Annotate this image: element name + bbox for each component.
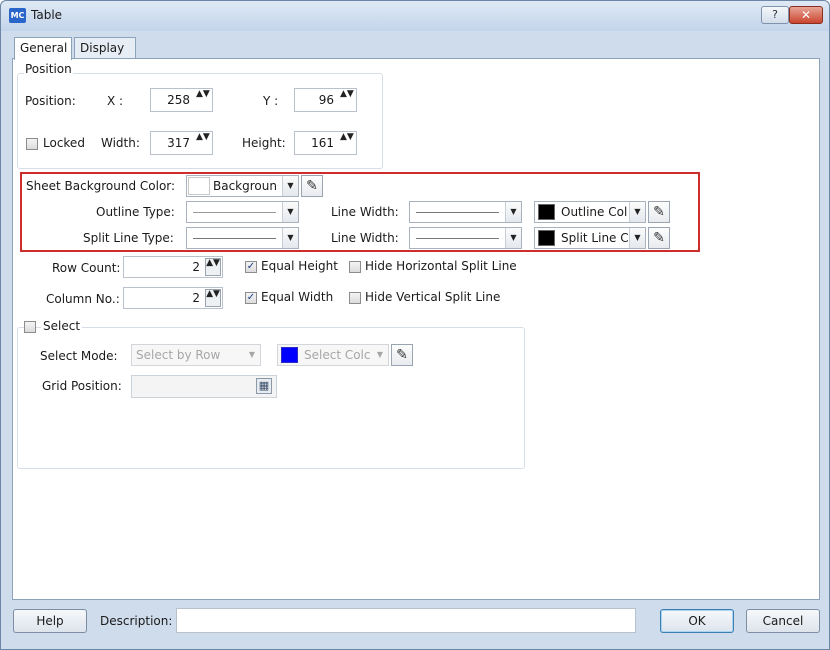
split-color-picker-icon[interactable]: ✎ [648, 227, 670, 249]
ok-button[interactable]: OK [660, 609, 734, 633]
split-color-select[interactable]: Split Line C ▼ [534, 227, 646, 249]
split-line-width-label: Line Width: [331, 231, 399, 245]
grid-position-label: Grid Position: [42, 379, 122, 393]
help-button[interactable]: Help [13, 609, 87, 633]
table-dialog: MC Table ? ✕ General Display Position Po… [0, 0, 830, 650]
tab-content-general: Position Position: X : 258 ▲▼ Y : 96 ▲▼ … [12, 58, 820, 600]
locked-checkbox[interactable] [26, 138, 38, 150]
spin-arrows-icon[interactable]: ▲▼ [340, 90, 354, 99]
select-color-picker-icon[interactable]: ✎ [391, 344, 413, 366]
height-stepper[interactable]: 161 ▲▼ [294, 131, 357, 155]
split-line-type-label: Split Line Type: [83, 231, 174, 245]
chevron-down-icon[interactable]: ▼ [505, 202, 521, 222]
outline-width-preview [416, 212, 499, 213]
chevron-down-icon[interactable]: ▼ [282, 176, 298, 196]
outline-color-value: Outline Col [561, 205, 628, 219]
chevron-down-icon[interactable]: ▼ [244, 345, 260, 365]
row-count-stepper[interactable]: 2 ▲▼ [123, 256, 223, 278]
position-group-title: Position [24, 62, 73, 76]
chevron-down-icon[interactable]: ▼ [282, 228, 298, 248]
spin-arrows-icon[interactable]: ▲▼ [196, 133, 210, 142]
height-value: 161 [311, 136, 334, 150]
outline-color-picker-icon[interactable]: ✎ [648, 201, 670, 223]
sheet-background-select[interactable]: Backgroun ▼ [186, 175, 299, 197]
equal-width-label: Equal Width [261, 290, 334, 304]
tab-display[interactable]: Display [74, 37, 136, 59]
select-mode-label: Select Mode: [40, 349, 118, 363]
width-label: Width: [101, 136, 140, 150]
column-no-label: Column No.: [46, 292, 120, 306]
locked-label: Locked [43, 136, 85, 150]
grid-position-field[interactable]: ▦ [131, 375, 277, 398]
chevron-down-icon[interactable]: ▼ [372, 345, 388, 365]
spin-arrows-icon[interactable]: ▲▼ [205, 258, 221, 276]
outline-line-width-label: Line Width: [331, 205, 399, 219]
window-help-button[interactable]: ? [761, 6, 789, 24]
select-group-label: Select [41, 319, 83, 333]
split-line-width-select[interactable]: ▼ [409, 227, 522, 249]
position-label: Position: [25, 94, 76, 108]
hide-vertical-split-label: Hide Vertical Split Line [365, 290, 501, 304]
sheet-color-picker-icon[interactable]: ✎ [301, 175, 323, 197]
row-count-label: Row Count: [52, 261, 121, 275]
outline-line-width-select[interactable]: ▼ [409, 201, 522, 223]
equal-height-checkbox[interactable]: ✓ [245, 261, 257, 273]
x-label: X : [107, 94, 124, 108]
chevron-down-icon[interactable]: ▼ [629, 202, 645, 222]
grid-picker-icon[interactable]: ▦ [256, 378, 272, 394]
height-label: Height: [242, 136, 286, 150]
width-stepper[interactable]: 317 ▲▼ [150, 131, 213, 155]
split-color-swatch [538, 230, 555, 246]
hide-horizontal-split-checkbox[interactable] [349, 261, 361, 273]
y-value: 96 [318, 93, 334, 107]
row-count-value: 2 [192, 260, 200, 274]
sheet-background-swatch [188, 177, 210, 195]
x-value: 258 [167, 93, 190, 107]
sheet-background-label: Sheet Background Color: [26, 179, 176, 193]
equal-width-checkbox[interactable]: ✓ [245, 292, 257, 304]
y-label: Y : [263, 94, 279, 108]
outline-type-select[interactable]: ▼ [186, 201, 299, 223]
spin-arrows-icon[interactable]: ▲▼ [340, 133, 354, 142]
outline-color-select[interactable]: Outline Col ▼ [534, 201, 646, 223]
x-stepper[interactable]: 258 ▲▼ [150, 88, 213, 112]
select-color-swatch [281, 347, 298, 363]
select-checkbox[interactable] [24, 321, 36, 333]
width-value: 317 [167, 136, 190, 150]
description-field[interactable] [176, 608, 636, 633]
outline-line-preview [193, 212, 276, 213]
outline-color-swatch [538, 204, 555, 220]
select-mode-select[interactable]: Select by Row ▼ [131, 344, 261, 366]
app-icon: MC [9, 8, 26, 23]
select-color-value: Select Colc [304, 348, 371, 362]
spin-arrows-icon[interactable]: ▲▼ [196, 90, 210, 99]
select-mode-value: Select by Row [136, 348, 221, 362]
split-color-value: Split Line C [561, 231, 629, 245]
spin-arrows-icon[interactable]: ▲▼ [205, 289, 221, 307]
tab-general[interactable]: General [14, 37, 72, 60]
sheet-background-value: Backgroun [213, 179, 277, 193]
cancel-button[interactable]: Cancel [746, 609, 820, 633]
column-no-stepper[interactable]: 2 ▲▼ [123, 287, 223, 309]
equal-height-label: Equal Height [261, 259, 338, 273]
column-no-value: 2 [192, 291, 200, 305]
hide-vertical-split-checkbox[interactable] [349, 292, 361, 304]
outline-type-label: Outline Type: [96, 205, 175, 219]
chevron-down-icon[interactable]: ▼ [282, 202, 298, 222]
select-color-select[interactable]: Select Colc ▼ [277, 344, 389, 366]
window-title: Table [31, 8, 63, 22]
split-line-preview [193, 238, 276, 239]
chevron-down-icon[interactable]: ▼ [629, 228, 645, 248]
title-bar: MC Table ? ✕ [1, 1, 829, 31]
y-stepper[interactable]: 96 ▲▼ [294, 88, 357, 112]
split-line-type-select[interactable]: ▼ [186, 227, 299, 249]
description-label: Description: [100, 614, 173, 628]
chevron-down-icon[interactable]: ▼ [505, 228, 521, 248]
split-width-preview [416, 238, 499, 239]
window-close-button[interactable]: ✕ [789, 6, 823, 24]
hide-horizontal-split-label: Hide Horizontal Split Line [365, 259, 517, 273]
